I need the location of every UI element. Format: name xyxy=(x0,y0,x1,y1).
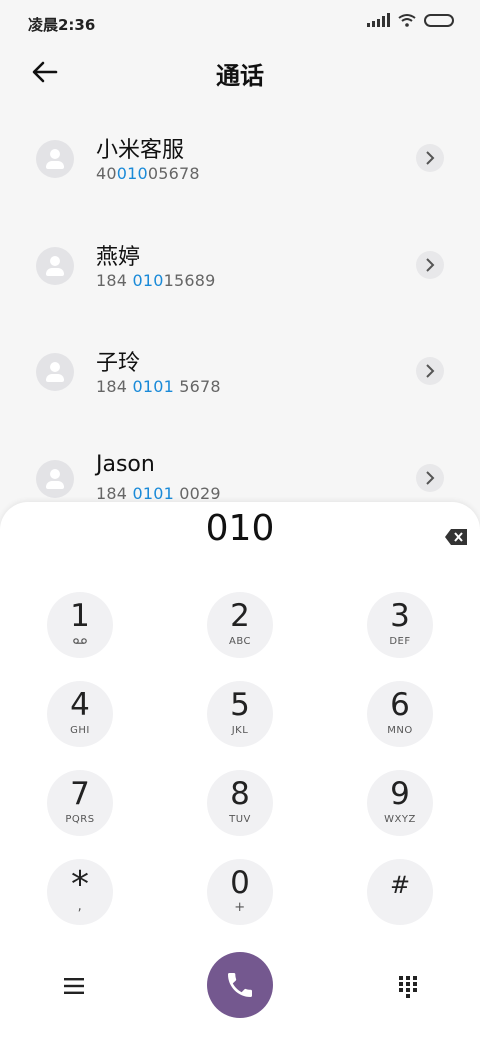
chevron-right-icon[interactable] xyxy=(416,144,444,172)
key-3[interactable]: 3 DEF xyxy=(367,592,433,658)
key-6[interactable]: 6 MNO xyxy=(367,681,433,747)
dialed-number: 010 xyxy=(205,508,275,549)
avatar xyxy=(36,460,74,498)
key-0[interactable]: 0 + xyxy=(207,859,273,925)
voicemail-icon xyxy=(73,638,87,644)
key-star[interactable]: * , xyxy=(47,859,113,925)
status-time: 凌晨2:36 xyxy=(28,16,96,34)
key-1[interactable]: 1 xyxy=(47,592,113,658)
contact-number: 184 01015689 xyxy=(96,271,216,290)
keypad-icon[interactable] xyxy=(394,972,422,1000)
contact-number: 184 0101 0029 xyxy=(96,484,221,503)
call-button[interactable] xyxy=(207,952,273,1018)
contact-name: Jason xyxy=(96,452,155,477)
key-2[interactable]: 2 ABC xyxy=(207,592,273,658)
key-hash[interactable]: # xyxy=(367,859,433,925)
key-5[interactable]: 5 JKL xyxy=(207,681,273,747)
signal-icon xyxy=(367,13,390,27)
chevron-right-icon[interactable] xyxy=(416,357,444,385)
key-7[interactable]: 7 PQRS xyxy=(47,770,113,836)
chevron-right-icon[interactable] xyxy=(416,464,444,492)
app-header: 通话 xyxy=(0,44,480,100)
avatar xyxy=(36,353,74,391)
menu-icon[interactable] xyxy=(60,972,88,1000)
avatar xyxy=(36,140,74,178)
phone-icon xyxy=(228,973,252,997)
key-8[interactable]: 8 TUV xyxy=(207,770,273,836)
contact-row[interactable]: 子玲 184 0101 5678 xyxy=(0,323,480,423)
key-4[interactable]: 4 GHI xyxy=(47,681,113,747)
key-9[interactable]: 9 WXYZ xyxy=(367,770,433,836)
contact-number: 184 0101 5678 xyxy=(96,377,221,396)
contact-number: 4001005678 xyxy=(96,164,200,183)
page-title: 通话 xyxy=(216,62,264,90)
contact-row[interactable]: 小米客服 4001005678 xyxy=(0,110,480,210)
avatar xyxy=(36,247,74,285)
backspace-icon[interactable] xyxy=(444,528,468,546)
contact-name: 小米客服 xyxy=(96,138,185,163)
contact-row[interactable]: 燕婷 184 01015689 xyxy=(0,217,480,317)
contact-name: 子玲 xyxy=(96,351,141,376)
chevron-right-icon[interactable] xyxy=(416,251,444,279)
status-icons xyxy=(367,13,454,27)
wifi-icon xyxy=(398,14,416,27)
status-bar: 凌晨2:36 xyxy=(0,0,480,44)
contact-name: 燕婷 xyxy=(96,245,141,270)
battery-icon xyxy=(424,13,454,27)
